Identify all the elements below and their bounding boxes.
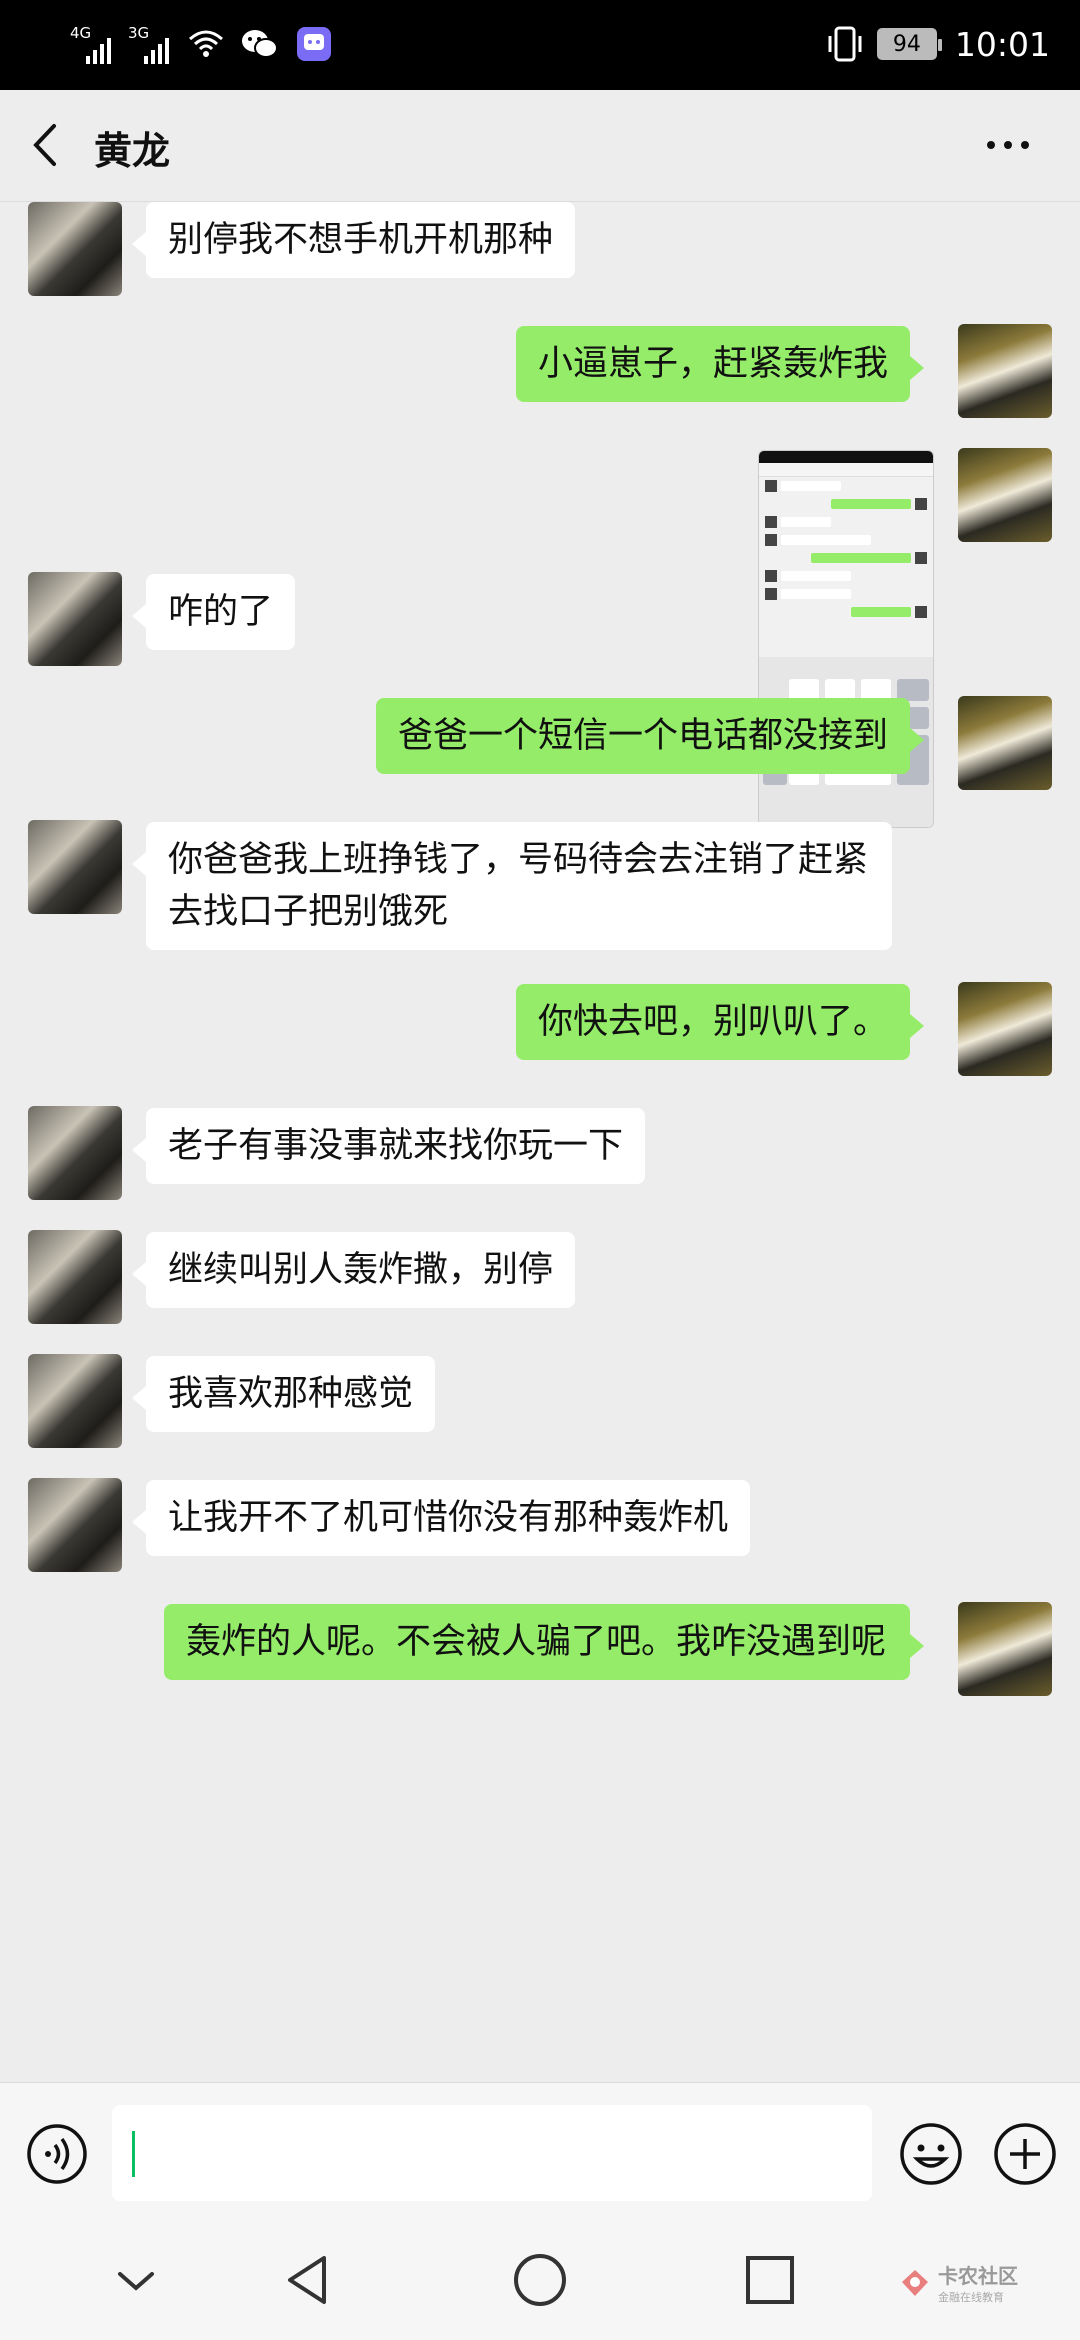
message-bubble-incoming[interactable]: 老子有事没事就来找你玩一下 [131,1108,646,1184]
vibrate-icon [828,26,862,62]
contact-avatar[interactable] [28,1106,122,1200]
my-avatar[interactable] [958,982,1052,1076]
more-dots-icon[interactable] [986,140,1030,150]
message-bubble-incoming[interactable]: 咋的了 [131,574,296,650]
my-avatar[interactable] [958,448,1052,542]
wifi-icon [186,24,226,64]
back-arrow-icon[interactable] [26,120,66,170]
wechat-icon [240,24,280,64]
contact-avatar[interactable] [28,1230,122,1324]
plus-icon[interactable] [992,2121,1058,2187]
message-input[interactable] [112,2105,872,2201]
system-nav-bar: 卡农社区 金融在线教育 [0,2220,1080,2340]
app-notification-icon [294,24,334,64]
nav-home-icon[interactable] [512,2252,568,2308]
voice-icon[interactable] [26,2123,88,2185]
message-bubble-incoming[interactable]: 别停我不想手机开机那种 [131,202,576,278]
battery-indicator: 94 [876,28,942,60]
my-avatar[interactable] [958,324,1052,418]
watermark-subtitle: 金融在线教育 [938,2291,1004,2304]
signal-icon: 4G [70,22,114,64]
chevron-down-icon[interactable] [108,2252,164,2308]
my-avatar[interactable] [958,696,1052,790]
signal-icon-2: 3G [128,22,172,64]
message-bubble-outgoing[interactable]: 你快去吧，别叭叭了。 [515,984,925,1060]
contact-avatar[interactable] [28,820,122,914]
nav-recents-icon[interactable] [742,2252,798,2308]
input-bar [0,2082,1080,2220]
watermark-logo-icon [902,2269,928,2296]
message-bubble-incoming[interactable]: 你爸爸我上班挣钱了，号码待会去注销了赶紧去找口子把别饿死 [132,822,892,950]
message-bubble-outgoing[interactable]: 爸爸一个短信一个电话都没接到 [375,698,925,774]
contact-avatar[interactable] [28,572,122,666]
message-list[interactable]: 别停我不想手机开机那种 小逼崽子，赶紧轰炸我 咋的了 爸爸一个短信一个电话都没接… [0,202,1080,2082]
watermark: 卡农社区 金融在线教育 [900,2260,1018,2305]
message-bubble-incoming[interactable]: 让我开不了机可惜你没有那种轰炸机 [131,1480,751,1556]
message-bubble-outgoing[interactable]: 小逼崽子，赶紧轰炸我 [515,326,925,402]
emoji-icon[interactable] [898,2121,964,2187]
message-bubble-incoming[interactable]: 我喜欢那种感觉 [131,1356,436,1432]
chat-title: 黄龙 [94,129,171,173]
my-avatar[interactable] [958,1602,1052,1696]
watermark-name: 卡农社区 [938,2264,1018,2288]
contact-avatar[interactable] [28,202,122,296]
chat-header: 黄龙 [0,90,1080,202]
clock: 10:01 [954,24,1050,64]
contact-avatar[interactable] [28,1354,122,1448]
message-bubble-outgoing[interactable]: 轰炸的人呢。不会被人骗了吧。我咋没遇到呢 [164,1604,924,1680]
text-caret [132,2131,135,2177]
contact-avatar[interactable] [28,1478,122,1572]
nav-back-icon[interactable] [280,2252,336,2308]
message-bubble-incoming[interactable]: 继续叫别人轰炸撒，别停 [131,1232,576,1308]
status-bar: 4G 3G 94 10:01 [0,0,1080,90]
